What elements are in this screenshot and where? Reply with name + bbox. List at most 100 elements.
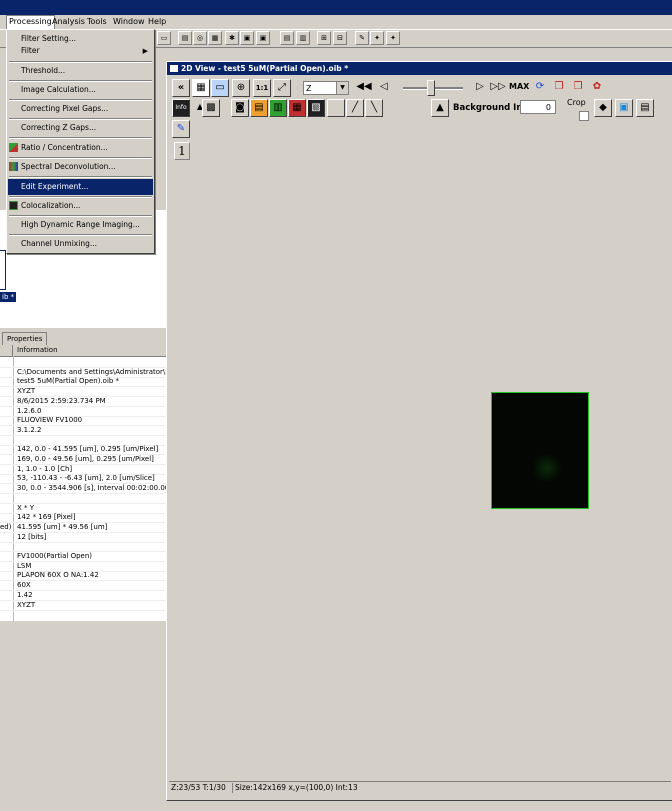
menu-item-hdr-imaging[interactable]: High Dynamic Range Imaging...	[8, 217, 153, 233]
background-input[interactable]: 0	[520, 100, 556, 114]
processing-menu: Filter Setting... Filter ▶ Threshold... I…	[6, 29, 155, 254]
axis-select[interactable]: Z ▼	[303, 81, 349, 95]
histogram-icon[interactable]: ▥	[269, 99, 287, 117]
table-row[interactable]: XYZT	[0, 600, 166, 611]
image-signal	[532, 453, 562, 483]
frame-slider-thumb[interactable]	[427, 80, 435, 96]
play-icon[interactable]: ▷	[471, 79, 489, 97]
menu-item-edit-experiment[interactable]: Edit Experiment...	[8, 179, 153, 195]
toolbar-button-7[interactable]: ▣	[256, 31, 270, 45]
lut-icon[interactable]: ▤	[250, 99, 268, 117]
menu-analysis[interactable]: Analysis	[50, 16, 87, 28]
channel-mix-icon[interactable]: ▩	[202, 99, 220, 117]
toolbar-button-8[interactable]: ▤	[280, 31, 294, 45]
row-value: C:\Documents and Settings\Administrator\…	[17, 367, 166, 376]
crop-checkbox[interactable]	[579, 111, 589, 121]
row-value: FLUOVIEW FV1000	[17, 416, 83, 425]
ratio-icon	[9, 143, 18, 152]
max-projection-button[interactable]: MAX	[509, 79, 529, 97]
row-value: LSM	[17, 561, 32, 570]
first-frame-icon[interactable]: ◀◀	[355, 79, 373, 97]
menu-help[interactable]: Help	[146, 16, 168, 28]
toolbar-button-9[interactable]: ▥	[296, 31, 310, 45]
zoom-in-icon[interactable]: ⊕	[232, 79, 250, 97]
loop-icon[interactable]: ⟳	[531, 79, 549, 97]
colocalization-icon	[9, 201, 18, 210]
menu-item-correcting-pixel-gaps[interactable]: Correcting Pixel Gaps...	[8, 101, 153, 117]
row-value: XYZT	[17, 600, 36, 609]
status-divider	[232, 783, 233, 793]
split-tool-icon[interactable]: ╲	[365, 99, 383, 117]
menu-item-ratio-label: Ratio / Concentration...	[21, 143, 108, 152]
view-2d-title-bar[interactable]: 2D View - test5 5uM(Partial Open).oib *	[167, 62, 672, 75]
toolbar-button-11[interactable]: ⊟	[333, 31, 347, 45]
collapse-left-icon[interactable]: «	[172, 79, 190, 97]
tab-properties[interactable]: Properties	[2, 332, 48, 345]
row-value: 3.1.2.2	[17, 425, 42, 434]
properties-table: Information C:\Documents and Settings\Ad…	[0, 345, 167, 621]
toolbar-button-1[interactable]: ▭	[157, 31, 171, 45]
menu-item-image-calculation[interactable]: Image Calculation...	[8, 82, 153, 98]
toolbar-button-12[interactable]: ✎	[355, 31, 369, 45]
menu-window[interactable]: Window	[111, 16, 147, 28]
one-to-one-button[interactable]: 1:1	[253, 79, 271, 97]
profile-icon[interactable]: ▧	[307, 99, 325, 117]
toolbar-button-2[interactable]: ▤	[178, 31, 192, 45]
microscopy-image[interactable]	[491, 392, 589, 509]
spectral-icon	[9, 162, 18, 171]
roi-icon[interactable]: ◙	[231, 99, 249, 117]
menu-item-colocalization[interactable]: Colocalization...	[8, 198, 153, 214]
row-value: X * Y	[17, 503, 35, 512]
axis-select-value: Z	[306, 84, 312, 93]
row-value: 142 * 169 [Pixel]	[17, 513, 76, 522]
menu-item-filter[interactable]: Filter ▶	[8, 43, 153, 59]
toolbar-button-13[interactable]: ✦	[370, 31, 384, 45]
view-2d-window: 2D View - test5 5uM(Partial Open).oib * …	[166, 61, 672, 801]
row-value: FV1000(Partial Open)	[17, 552, 93, 560]
prev-frame-icon[interactable]: ◁	[375, 79, 393, 97]
channel-palette-icon[interactable]: ✿	[588, 79, 606, 97]
channel-number[interactable]: 1	[174, 142, 190, 160]
row-value: 8/6/2015 2:59:23.734 PM	[17, 396, 106, 405]
row-value: 12 [bits]	[17, 532, 47, 541]
row-value: 30, 0.0 - 3544.906 [s], Interval 00:02:0…	[17, 484, 166, 493]
info-button[interactable]: Info	[172, 99, 190, 117]
export-icon[interactable]: ▤	[636, 99, 654, 117]
background-tool-icon[interactable]: ▲	[431, 99, 449, 117]
menu-item-spectral-deconvolution[interactable]: Spectral Deconvolution...	[8, 159, 153, 175]
fit-window-icon[interactable]: ▭	[211, 79, 229, 97]
row-value: 1.2.6.0	[17, 406, 42, 415]
menu-processing[interactable]: Processing	[6, 15, 55, 30]
selected-file-label[interactable]: ib *	[0, 292, 17, 302]
menu-separator	[9, 176, 152, 178]
menu-item-filter-label: Filter	[21, 46, 40, 55]
menu-item-ratio-concentration[interactable]: Ratio / Concentration...	[8, 140, 153, 156]
pencil-icon[interactable]: ✎	[172, 120, 190, 138]
overlay-red-icon[interactable]: ❐	[550, 79, 568, 97]
view-3d-icon[interactable]: ◆	[594, 99, 612, 117]
row-value: 1, 1.0 - 1.0 [Ch]	[17, 464, 73, 473]
toolbar-button-10[interactable]: ⊞	[317, 31, 331, 45]
layout-grid-icon[interactable]: ▦	[192, 79, 210, 97]
chevron-down-icon[interactable]: ▼	[336, 82, 348, 94]
menu-tools[interactable]: Tools	[85, 16, 109, 28]
toolbar-button-6[interactable]: ▣	[240, 31, 254, 45]
menu-item-threshold[interactable]: Threshold...	[8, 63, 153, 79]
volume-3d-icon[interactable]: ▣	[615, 99, 633, 117]
menu-item-channel-unmixing[interactable]: Channel Unmixing...	[8, 236, 153, 252]
intensity-icon[interactable]: ▦	[288, 99, 306, 117]
row-value: 41.595 [um] * 49.56 [um]	[17, 522, 108, 531]
toolbar-button-3[interactable]: ◎	[193, 31, 207, 45]
overlay-blue-icon[interactable]: ❐	[569, 79, 587, 97]
fit-to-screen-icon[interactable]: ⤢	[273, 79, 291, 97]
line-tool-icon[interactable]: ╱	[346, 99, 364, 117]
row-value: 142, 0.0 - 41.595 [um], 0.295 [um/Pixel]	[17, 445, 159, 454]
menu-item-colocalization-label: Colocalization...	[21, 201, 81, 210]
toolbar-button-14[interactable]: ✦	[386, 31, 400, 45]
last-frame-icon[interactable]: ▷▷	[489, 79, 507, 97]
toolbar-button-5[interactable]: ✱	[225, 31, 239, 45]
status-info: Size:142x169 x,y=(100,0) Int:13	[235, 783, 358, 792]
blank-tool-icon[interactable]	[327, 99, 345, 117]
toolbar-button-4[interactable]: ▦	[208, 31, 222, 45]
menu-item-correcting-z-gaps[interactable]: Correcting Z Gaps...	[8, 120, 153, 136]
